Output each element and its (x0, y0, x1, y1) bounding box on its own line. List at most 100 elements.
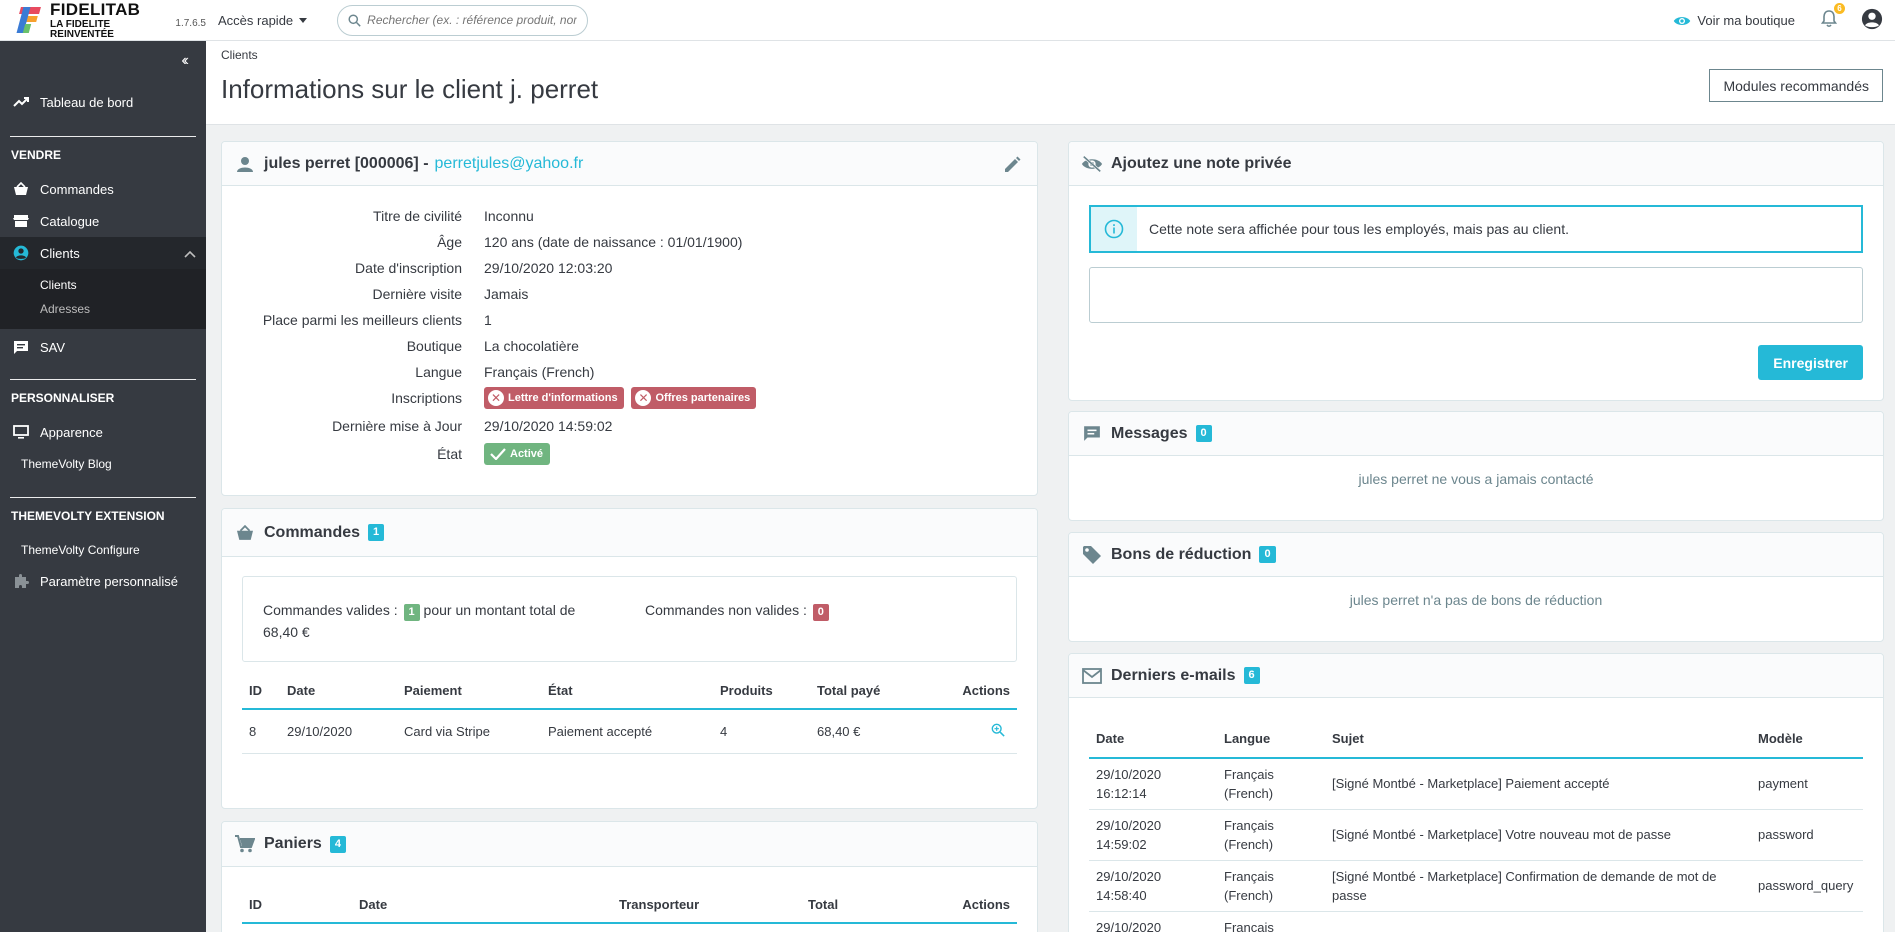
field-value: 29/10/2020 12:03:20 (484, 260, 613, 276)
sidebar-item-themevolty-blog[interactable]: ThemeVolty Blog (0, 448, 206, 479)
zoom-in-icon[interactable] (991, 723, 1005, 740)
divider (10, 136, 196, 137)
column-header[interactable]: État (541, 673, 713, 710)
person-icon (234, 156, 256, 172)
info-icon (1091, 207, 1137, 251)
field-label: Dernière mise à Jour (332, 418, 462, 434)
field-label: Inscriptions (391, 390, 462, 406)
breadcrumb[interactable]: Clients (221, 48, 258, 62)
search-input[interactable] (367, 13, 578, 27)
column-header[interactable]: Transporteur (612, 887, 801, 924)
customer-email-link[interactable]: perretjules@yahoo.fr (435, 155, 584, 173)
email-time: 16:12:14 (1096, 785, 1147, 801)
orders-summary: Commandes valides : 1 pour un montant to… (242, 576, 1017, 662)
tag-icon (1081, 545, 1103, 565)
status-badge[interactable]: Activé (484, 443, 551, 465)
newsletter-label: Lettre d'informations (508, 392, 618, 404)
email-time: 14:59:02 (1096, 836, 1147, 852)
save-note-button[interactable]: Enregistrer (1758, 345, 1863, 380)
monitor-icon (12, 425, 30, 439)
recommended-modules-button[interactable]: Modules recommandés (1709, 69, 1883, 102)
column-header[interactable]: Total payé (810, 673, 926, 710)
store-icon (12, 214, 30, 228)
account-circle-icon (12, 245, 30, 261)
email-lang: Français (1224, 919, 1274, 932)
table-row[interactable]: 29/10/2020 14:59:02 Français (French) [Sig… (1089, 809, 1863, 861)
column-header[interactable]: Langue (1217, 720, 1325, 759)
column-header[interactable]: Total (801, 887, 892, 924)
page-header: Clients Informations sur le client j. pe… (206, 41, 1895, 125)
email-date: 29/10/2020 (1096, 817, 1162, 833)
sidebar-item-themevolty-configure[interactable]: ThemeVolty Configure (0, 534, 206, 565)
order-date: 29/10/2020 (280, 709, 397, 754)
top-header: FIDELITAB LA FIDELITE REINVENTÉE 1.7.6.5… (0, 0, 1895, 41)
edit-icon[interactable] (1003, 156, 1021, 179)
field-value: 120 ans (date de naissance : 01/01/1900) (484, 234, 743, 250)
puzzle-icon (12, 573, 30, 589)
sidebar-subitem-addresses[interactable]: Adresses (0, 297, 206, 321)
sidebar-item-dashboard[interactable]: Tableau de bord (0, 86, 206, 118)
sidebar-item-catalog[interactable]: Catalogue (0, 205, 206, 237)
newsletter-toggle[interactable]: ✕ Lettre d'informations (484, 387, 624, 409)
column-header[interactable]: Date (280, 673, 397, 710)
email-model: password_query (1751, 860, 1863, 912)
email-model: password (1751, 809, 1863, 861)
mail-icon (1081, 667, 1103, 684)
user-menu-button[interactable] (1861, 8, 1883, 33)
sidebar-item-label: SAV (40, 339, 66, 355)
eye-off-icon (1081, 155, 1103, 173)
column-header: Actions (891, 887, 1017, 924)
partner-offers-label: Offres partenaires (655, 392, 751, 404)
status-label: Activé (510, 448, 544, 460)
search-box[interactable] (337, 4, 589, 36)
order-payment: Card via Stripe (397, 709, 541, 754)
column-header[interactable]: Date (352, 887, 612, 924)
sidebar-item-orders[interactable]: Commandes (0, 173, 206, 205)
emails-card: Derniers e-mails 6 Date Langue Sujet Mod… (1068, 653, 1884, 932)
field-label: Langue (415, 364, 462, 380)
logo[interactable]: FIDELITAB LA FIDELITE REINVENTÉE 1.7.6.5 (0, 1, 206, 40)
order-total: 68,40 € (810, 709, 926, 754)
partner-offers-toggle[interactable]: ✕ Offres partenaires (631, 387, 757, 409)
vouchers-card: Bons de réduction 0 jules perret n'a pas… (1068, 532, 1884, 642)
orders-card: Commandes 1 Commandes valides : 1 pour u… (221, 508, 1038, 809)
customer-details: Titre de civilité Inconnu Âge 120 ans (dat… (222, 186, 1037, 467)
section-extension: THEMEVOLTY EXTENSION (11, 509, 165, 523)
column-header[interactable]: Produits (713, 673, 810, 710)
column-header[interactable]: ID (242, 673, 280, 710)
private-note-textarea[interactable] (1089, 267, 1863, 323)
table-row[interactable]: 8 29/10/2020 Card via Stripe Paiement ac… (242, 709, 1017, 754)
customer-name-id: jules perret [000006] - (264, 154, 429, 172)
field-value: 29/10/2020 14:59:02 (484, 418, 613, 434)
sidebar-item-sav[interactable]: SAV (0, 331, 206, 363)
vouchers-title: Bons de réduction (1111, 545, 1252, 563)
table-row[interactable]: 29/10/2020 14:58:40 Français (French) [Sig… (1089, 860, 1863, 912)
chat-icon (12, 340, 30, 355)
customer-info-card: jules perret [000006] - perretjules@yaho… (221, 141, 1038, 496)
email-lang: Français (1224, 766, 1274, 782)
logo-icon (16, 5, 42, 35)
sidebar-item-customers[interactable]: Clients (0, 237, 206, 269)
check-icon (490, 448, 506, 460)
email-subject-cont: passe (1332, 887, 1367, 903)
close-icon: ✕ (488, 390, 504, 406)
column-header[interactable]: ID (242, 887, 352, 924)
notifications-button[interactable]: 6 (1820, 3, 1845, 31)
field-label: Dernière visite (372, 286, 462, 302)
orders-title: Commandes (264, 523, 361, 541)
quick-access-dropdown[interactable]: Accès rapide (218, 13, 308, 28)
sidebar-subitem-customers[interactable]: Clients (0, 273, 206, 297)
field-value: Jamais (484, 286, 529, 302)
table-row[interactable]: 29/10/2020 Français (1089, 911, 1863, 932)
view-shop-link[interactable]: Voir ma boutique (1673, 13, 1795, 28)
email-lang-sub: (French) (1224, 785, 1274, 801)
column-header[interactable]: Modèle (1751, 720, 1863, 759)
column-header[interactable]: Paiement (397, 673, 541, 710)
column-header[interactable]: Date (1089, 720, 1217, 759)
sidebar-item-custom-param[interactable]: Paramètre personnalisé (0, 565, 206, 597)
orders-table: ID Date Paiement État Produits Total pay… (242, 673, 1017, 754)
collapse-sidebar-icon[interactable]: ‹‹ (181, 52, 188, 70)
column-header[interactable]: Sujet (1325, 720, 1751, 759)
table-row[interactable]: 29/10/2020 16:12:14 Français (French) [Sig… (1089, 758, 1863, 810)
sidebar-item-appearance[interactable]: Apparence (0, 416, 206, 448)
